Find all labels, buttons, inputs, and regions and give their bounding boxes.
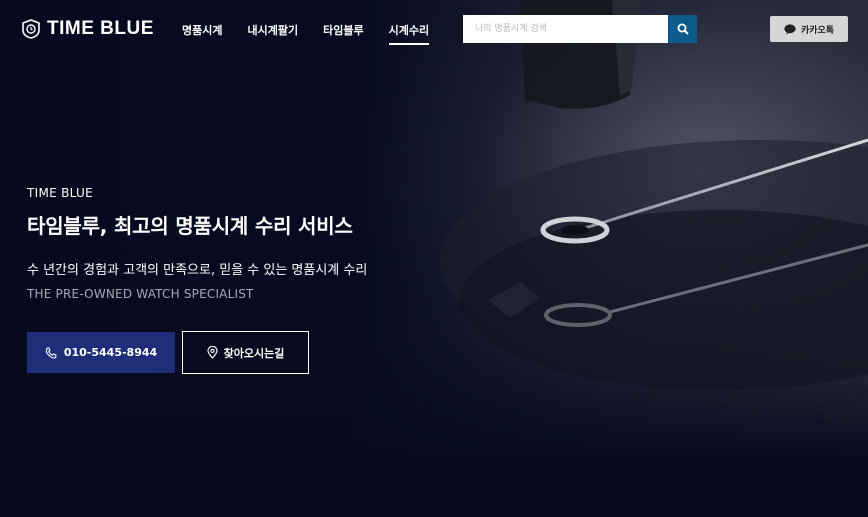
directions-label: 찾아오시는길 [223, 346, 285, 360]
hero-title: 타임블루, 최고의 명품시계 수리 서비스 [27, 214, 353, 238]
brand-logo[interactable]: TIME BLUE [21, 18, 154, 40]
search-input[interactable] [463, 15, 668, 43]
directions-button[interactable]: 찾아오시는길 [182, 331, 309, 374]
hero-eyebrow: TIME BLUE [27, 186, 94, 200]
kakaotalk-label: 카카오톡 [800, 25, 835, 36]
watch-logo-icon [21, 19, 41, 39]
search-icon [677, 23, 689, 35]
search-button[interactable] [668, 15, 697, 43]
phone-icon [45, 346, 57, 359]
phone-call-button[interactable]: 010-5445-8944 [27, 332, 175, 373]
nav-item-watch-repair[interactable]: 시계수리 [388, 22, 430, 45]
search-bar [463, 15, 697, 43]
nav-item-timeblue[interactable]: 타임블루 [323, 22, 363, 45]
nav-item-sell-my-watch[interactable]: 내시계팔기 [247, 22, 298, 45]
kakaotalk-button[interactable]: 카카오톡 [770, 16, 848, 42]
phone-number: 010-5445-8944 [63, 346, 158, 359]
main-nav: 명품시계 내시계팔기 타임블루 시계수리 [182, 22, 430, 45]
brand-name: TIME BLUE [47, 18, 154, 39]
chat-bubble-icon [784, 23, 796, 35]
hero-tagline: THE PRE-OWNED WATCH SPECIALIST [27, 287, 254, 301]
map-pin-icon [207, 346, 218, 359]
nav-item-luxury-watches[interactable]: 명품시계 [182, 22, 222, 45]
site-header: TIME BLUE 명품시계 내시계팔기 타임블루 시계수리 카카오톡 [0, 0, 868, 60]
hero-description: 수 년간의 경험과 고객의 만족으로, 믿을 수 있는 명품시계 수리 [27, 263, 368, 278]
